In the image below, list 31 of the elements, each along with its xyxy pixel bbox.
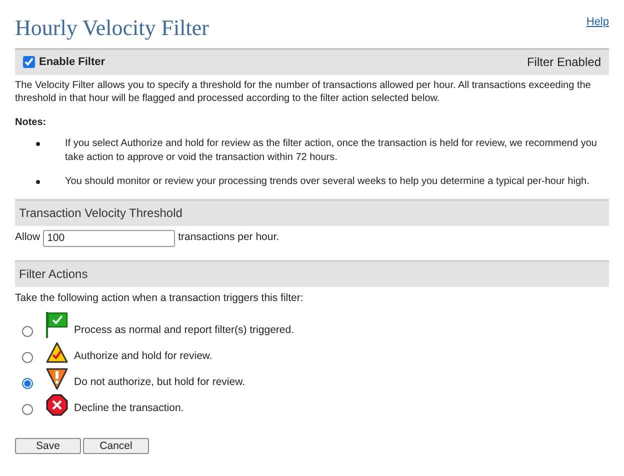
stop-icon [46, 394, 68, 416]
action-radio[interactable] [22, 326, 33, 338]
section-header: Transaction Velocity Threshold [15, 198, 609, 226]
notes-heading: Notes: [15, 116, 48, 130]
exclamation-icon [46, 368, 68, 390]
note-text: If you select Authorize and hold for review as the filter action, once the transaction is held for review, we recommend you take action to approve or void the transaction within 72 hours. [65, 136, 598, 164]
action-label: Authorize and hold for review. [74, 348, 212, 364]
flag-icon [46, 312, 68, 338]
action-label: Decline the transaction. [74, 400, 184, 416]
action-label: Do not authorize, but hold for review. [74, 374, 246, 390]
description: The Velocity Filter allows you to specify a threshold for the number of transactions allowed per hour. All transactions exceeding the threshold in that hour will be flagged and processed according to the filter action selected below. [15, 78, 592, 104]
action-radio[interactable] [22, 404, 33, 416]
actions-intro: Take the following action when a transaction triggers this filter: [15, 290, 304, 306]
per-hour-label: transactions per hour. [178, 230, 280, 246]
allow-label: Allow [15, 230, 40, 246]
form-button[interactable]: Save [15, 438, 81, 454]
action-label: Process as normal and report filter(s) triggered. [74, 322, 294, 338]
warning-icon [46, 342, 68, 364]
section-header: Filter Actions [15, 260, 609, 286]
enable-filter-checkbox[interactable] [23, 56, 35, 68]
help-link[interactable]: Help [586, 14, 609, 30]
bullet-icon [36, 180, 40, 184]
form-button[interactable]: Cancel [83, 438, 149, 454]
action-radio[interactable] [22, 352, 33, 364]
note-text: You should monitor or review your processing trends over several weeks to help you determine a typical per-hour high. [65, 174, 590, 188]
threshold-field[interactable]: 100 [43, 230, 176, 246]
enable-filter-label: Enable Filter [39, 54, 106, 70]
page-title: Hourly Velocity Filter [15, 16, 209, 38]
action-radio[interactable] [22, 378, 33, 390]
bullet-icon [36, 142, 40, 146]
filter-status: Filter Enabled [526, 54, 601, 71]
